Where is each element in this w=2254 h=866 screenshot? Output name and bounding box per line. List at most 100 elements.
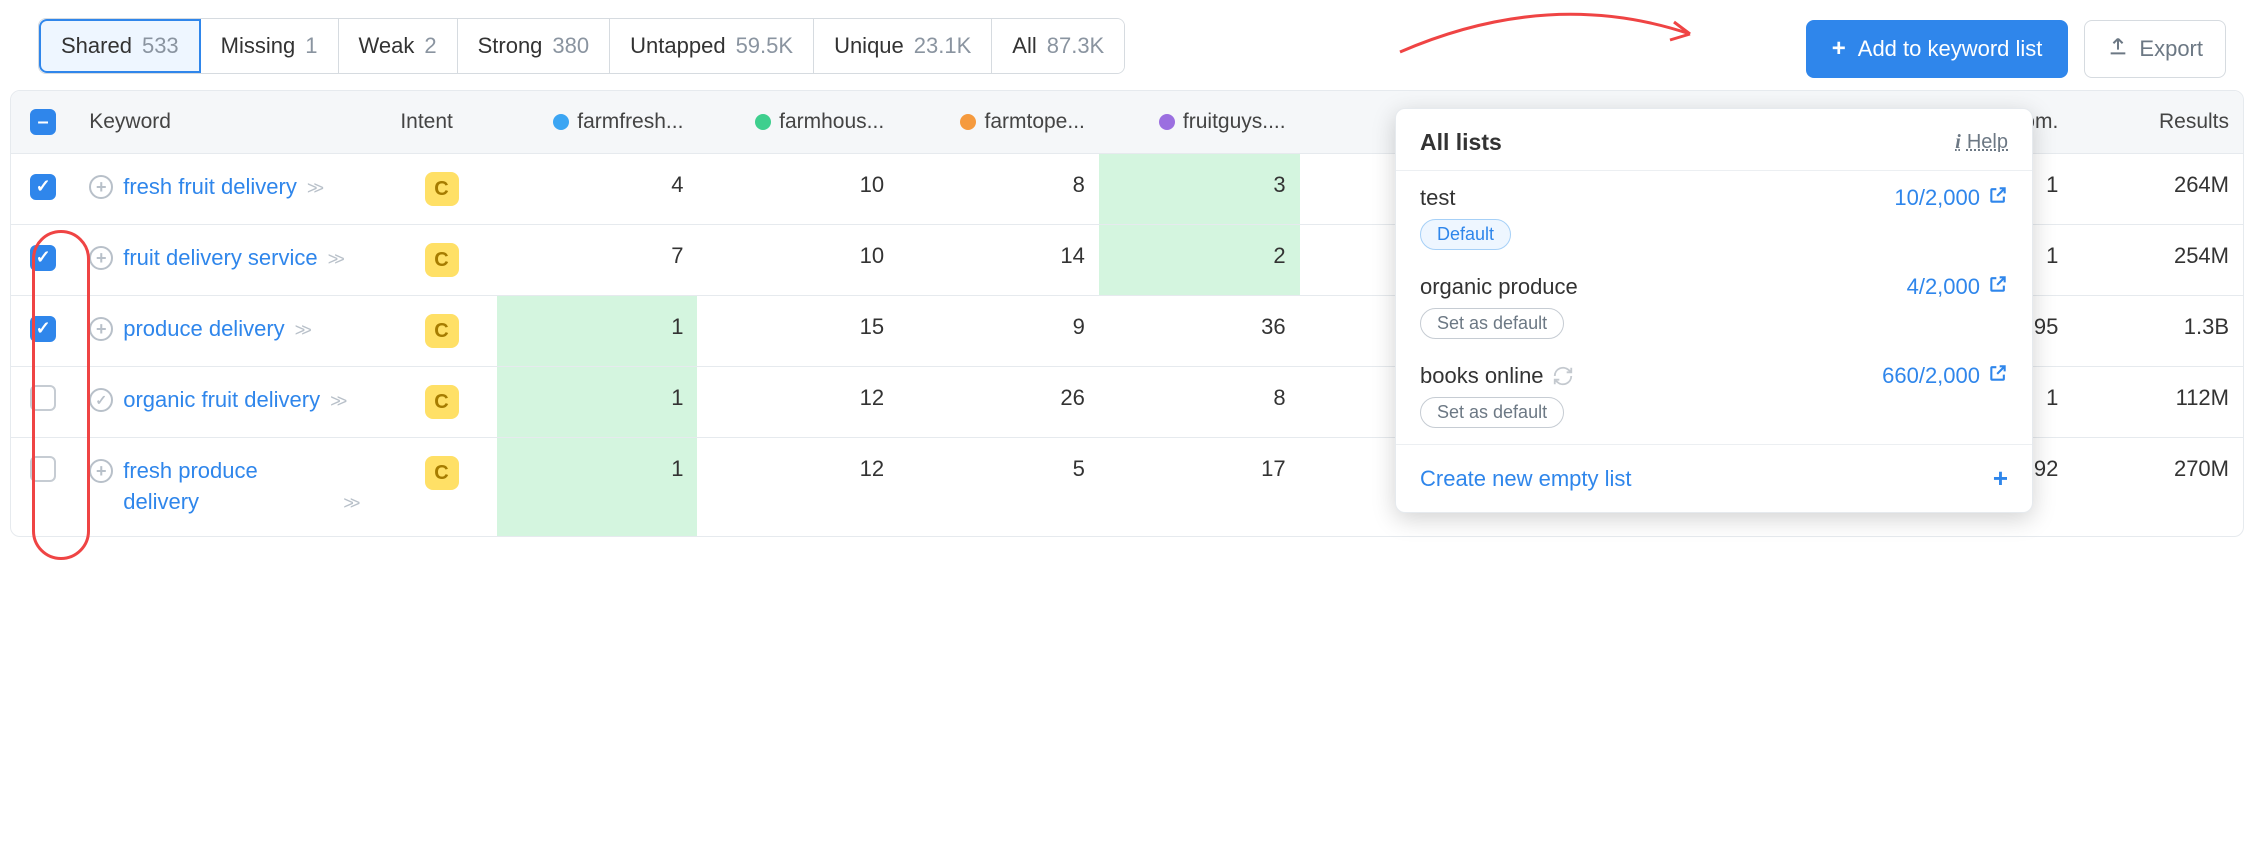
keyword-list-item[interactable]: books online 660/2,000 Set as default — [1396, 349, 2032, 438]
set-default-button[interactable]: Set as default — [1420, 308, 1564, 339]
keyword-link[interactable]: fresh fruit delivery — [123, 172, 297, 203]
cell-c1: 1 — [497, 296, 698, 367]
plus-circle-icon[interactable]: + — [89, 175, 113, 199]
tab-untapped[interactable]: Untapped 59.5K — [610, 19, 814, 73]
row-checkbox[interactable] — [30, 316, 56, 342]
tab-unique[interactable]: Unique 23.1K — [814, 19, 992, 73]
dot-icon — [755, 114, 771, 130]
cell-c3: 5 — [898, 438, 1099, 536]
tab-count: 23.1K — [914, 33, 972, 59]
list-count[interactable]: 4/2,000 — [1907, 274, 2008, 300]
plus-circle-icon[interactable]: + — [89, 246, 113, 270]
cell-results: 264M — [2072, 154, 2243, 225]
col-intent[interactable]: Intent — [386, 91, 496, 154]
keyword-list-item[interactable]: organic produce 4/2,000 Set as default — [1396, 260, 2032, 349]
cell-c4: 8 — [1099, 367, 1300, 438]
keyword-link[interactable]: produce delivery — [123, 314, 284, 345]
set-default-button[interactable]: Set as default — [1420, 397, 1564, 428]
popover-header: All lists i Help — [1396, 109, 2032, 171]
list-name: organic produce — [1420, 274, 1578, 300]
col-results[interactable]: Results — [2072, 91, 2243, 154]
chevrons-icon: >> — [330, 391, 343, 411]
chevrons-icon: >> — [343, 493, 356, 513]
keyword-lists-popover: All lists i Help test 10/2,000 Default o… — [1395, 108, 2033, 513]
cell-c2: 15 — [697, 296, 898, 367]
row-checkbox[interactable] — [30, 385, 56, 411]
col-competitor-3[interactable]: farmtope... — [898, 91, 1099, 154]
keyword-link[interactable]: fruit delivery service — [123, 243, 317, 274]
cell-c2: 12 — [697, 438, 898, 536]
plus-icon: + — [1832, 35, 1846, 63]
export-button[interactable]: Export — [2084, 20, 2226, 78]
cell-results: 254M — [2072, 225, 2243, 296]
cell-c2: 10 — [697, 154, 898, 225]
external-link-icon — [1988, 185, 2008, 211]
intent-badge: C — [425, 456, 459, 490]
plus-icon[interactable]: + — [1993, 463, 2008, 494]
list-name: test — [1420, 185, 1455, 211]
check-circle-icon[interactable]: ✓ — [89, 388, 113, 412]
filter-tabs: Shared 533 Missing 1 Weak 2 Strong 380 U… — [38, 18, 1125, 74]
col-keyword[interactable]: Keyword — [75, 91, 386, 154]
row-checkbox[interactable] — [30, 245, 56, 271]
col-competitor-2[interactable]: farmhous... — [697, 91, 898, 154]
plus-circle-icon[interactable]: + — [89, 317, 113, 341]
create-new-list-link[interactable]: Create new empty list — [1420, 466, 1632, 492]
intent-badge: C — [425, 385, 459, 419]
tab-count: 1 — [305, 33, 317, 59]
help-link[interactable]: i Help — [1955, 131, 2008, 154]
refresh-icon — [1552, 365, 1574, 387]
tab-count: 380 — [552, 33, 589, 59]
tab-count: 533 — [142, 33, 179, 59]
plus-circle-icon[interactable]: + — [89, 459, 113, 483]
cell-c1: 7 — [497, 225, 698, 296]
cell-results: 270M — [2072, 438, 2243, 536]
list-count[interactable]: 10/2,000 — [1894, 185, 2008, 211]
tab-label: Untapped — [630, 33, 725, 59]
popover-footer: Create new empty list + — [1396, 445, 2032, 512]
tab-shared[interactable]: Shared 533 — [39, 19, 201, 73]
upload-icon — [2107, 35, 2129, 63]
top-actions: + Add to keyword list Export — [1806, 20, 2226, 78]
cell-c2: 12 — [697, 367, 898, 438]
tab-count: 59.5K — [736, 33, 794, 59]
chevrons-icon: >> — [307, 178, 320, 198]
tab-all[interactable]: All 87.3K — [992, 19, 1124, 73]
row-checkbox[interactable] — [30, 456, 56, 482]
tab-missing[interactable]: Missing 1 — [201, 19, 339, 73]
intent-badge: C — [425, 243, 459, 277]
col-competitor-1[interactable]: farmfresh... — [497, 91, 698, 154]
list-name: books online — [1420, 363, 1574, 389]
add-to-keyword-list-button[interactable]: + Add to keyword list — [1806, 20, 2069, 78]
cell-c3: 9 — [898, 296, 1099, 367]
chevrons-icon: >> — [295, 320, 308, 340]
chevrons-icon: >> — [328, 249, 341, 269]
button-label: Export — [2139, 36, 2203, 62]
tab-label: Strong — [478, 33, 543, 59]
info-icon: i — [1955, 131, 1961, 154]
select-all-checkbox[interactable] — [30, 109, 56, 135]
col-competitor-4[interactable]: fruitguys.... — [1099, 91, 1300, 154]
list-count[interactable]: 660/2,000 — [1882, 363, 2008, 389]
tab-label: Shared — [61, 33, 132, 59]
tab-label: Unique — [834, 33, 904, 59]
cell-c3: 14 — [898, 225, 1099, 296]
cell-c4: 2 — [1099, 225, 1300, 296]
keyword-link[interactable]: organic fruit delivery — [123, 385, 320, 416]
row-checkbox[interactable] — [30, 174, 56, 200]
tab-label: Missing — [221, 33, 296, 59]
external-link-icon — [1988, 274, 2008, 300]
keyword-list-item[interactable]: test 10/2,000 Default — [1396, 171, 2032, 260]
dot-icon — [1159, 114, 1175, 130]
keyword-link[interactable]: fresh produce delivery — [123, 456, 333, 518]
dot-icon — [553, 114, 569, 130]
dot-icon — [960, 114, 976, 130]
tab-weak[interactable]: Weak 2 — [339, 19, 458, 73]
cell-c3: 26 — [898, 367, 1099, 438]
popover-title: All lists — [1420, 129, 1502, 156]
tab-strong[interactable]: Strong 380 — [458, 19, 611, 73]
tab-label: Weak — [359, 33, 415, 59]
cell-c3: 8 — [898, 154, 1099, 225]
cell-results: 1.3B — [2072, 296, 2243, 367]
tab-count: 2 — [424, 33, 436, 59]
